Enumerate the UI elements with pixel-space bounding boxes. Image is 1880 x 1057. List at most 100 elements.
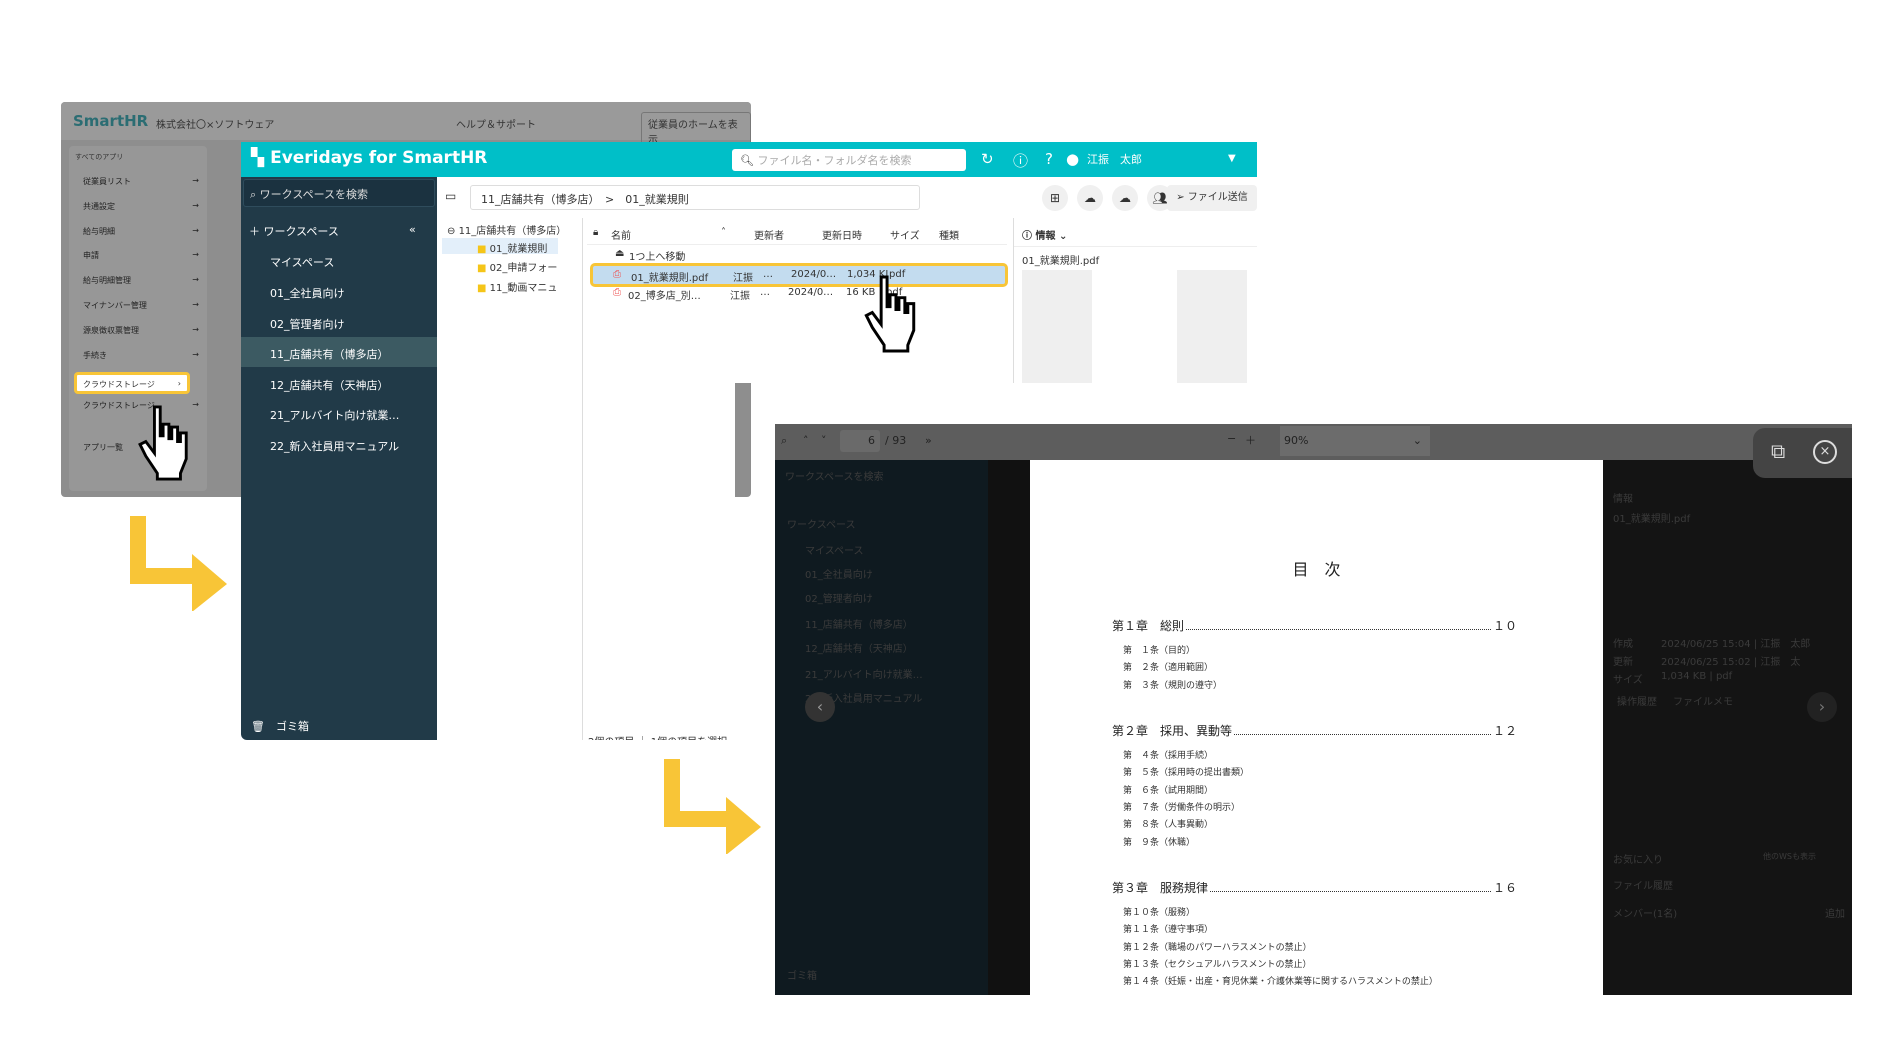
column-type[interactable]: 種類 bbox=[939, 227, 959, 242]
info-icon[interactable]: ⓘ bbox=[1013, 150, 1028, 171]
app-item[interactable]: 給与明細管理 → bbox=[83, 275, 199, 286]
app-item[interactable]: 手続き → bbox=[83, 350, 199, 361]
all-apps-label: すべてのアプリ bbox=[75, 153, 124, 161]
dimmed-info-pane: 情報 01_就業規則.pdf 作成 2024/06/25 15:04 | 江振 太… bbox=[1603, 460, 1852, 995]
info-filename: 01_就業規則.pdf bbox=[1022, 256, 1100, 267]
company-name: 株式会社〇×ソフトウェア bbox=[156, 120, 275, 131]
search-icon[interactable]: ⌕ bbox=[781, 434, 787, 448]
toc-article: 第 ２条（適用範囲） bbox=[1123, 663, 1214, 674]
user-name[interactable]: 江振 太郎 bbox=[1087, 151, 1142, 167]
smarthr-logo: SmartHR bbox=[73, 112, 149, 130]
flow-arrow-icon bbox=[664, 759, 761, 854]
toc-article: 第 １条（目的） bbox=[1123, 646, 1196, 656]
file-row[interactable]: ⎙ 02_博多店_別… 江振… 2024/0… 16 KB pdf bbox=[587, 284, 1007, 302]
app-logo: ▚ Everidays for SmartHR bbox=[251, 148, 488, 168]
hand-cursor-icon bbox=[138, 405, 188, 481]
hand-cursor-icon bbox=[864, 275, 916, 353]
next-file-button[interactable]: › bbox=[1807, 692, 1837, 722]
file-search-input[interactable]: 🔍︎ ファイル名・フォルダ名を検索 bbox=[732, 149, 966, 171]
sort-asc-icon[interactable]: ˄ bbox=[721, 227, 726, 238]
send-file-button[interactable]: ➢ ファイル送信 bbox=[1167, 185, 1257, 211]
workspace-search-input[interactable]: ⌕ ワークスペースを検索 bbox=[243, 179, 435, 207]
toc-article: 第 ６条（試用期間） bbox=[1123, 785, 1214, 796]
app-item[interactable]: 源泉徴収票管理 → bbox=[83, 325, 199, 336]
sidebar-item[interactable]: 02_管理者向け bbox=[270, 316, 430, 332]
toc-article: 第 ７条（労働条件の明示） bbox=[1123, 802, 1241, 813]
help-icon[interactable]: ? bbox=[1045, 150, 1053, 168]
avatar[interactable]: ● bbox=[1066, 150, 1079, 168]
breadcrumb: 11_店舗共有（博多店） > 01_就業規則 bbox=[470, 185, 920, 210]
zoom-select[interactable]: 90% ⌄ bbox=[1280, 426, 1430, 456]
toc-chapter: 第１章 総則 １０ bbox=[1112, 619, 1517, 633]
sidebar-item[interactable]: マイスペース bbox=[270, 254, 430, 270]
app-item[interactable]: マイナンバー管理 → bbox=[83, 300, 199, 311]
toc-article: 第 ３条（規則の遵守） bbox=[1123, 680, 1223, 691]
lock-icon: 🔒︎ bbox=[593, 227, 599, 238]
toc-article: 第１４条（妊娠・出産・育児休業・介護休業等に関するハラスメントの禁止） bbox=[1123, 977, 1438, 988]
page-number-input[interactable]: 6 bbox=[840, 430, 880, 452]
go-up-row[interactable]: ⏏ 1つ上へ移動 bbox=[587, 245, 1007, 263]
sidebar-item[interactable]: 22_新入社員用マニュアル bbox=[270, 438, 430, 454]
toc-article: 第 ４条（採用手続） bbox=[1123, 751, 1214, 761]
app-header: ▚ Everidays for SmartHR 🔍︎ ファイル名・フォルダ名を検索… bbox=[241, 142, 1257, 177]
tree-item[interactable]: ■ 02_申請フォー bbox=[477, 259, 557, 274]
pdf-icon: ⎙ bbox=[613, 287, 621, 298]
close-icon[interactable]: × bbox=[1813, 440, 1837, 464]
open-external-icon[interactable]: ⧉ bbox=[1771, 439, 1785, 463]
toc-article: 第１３条（セクシュアルハラスメントの禁止） bbox=[1123, 959, 1312, 970]
app-item[interactable]: 給与明細 → bbox=[83, 226, 199, 237]
pdf-icon: ⎙ bbox=[613, 269, 621, 280]
toc-chapter: 第２章 採用、異動等 １２ bbox=[1112, 724, 1517, 738]
horizontal-scrollbar[interactable] bbox=[440, 745, 527, 752]
file-preview-thumbnail bbox=[1022, 270, 1247, 418]
sidebar-item-selected[interactable]: 11_店舗共有（博多店） bbox=[270, 346, 430, 362]
download-icon[interactable]: ☁ bbox=[1112, 185, 1138, 211]
zoom-out-icon[interactable]: − bbox=[1227, 432, 1236, 445]
toc-article: 第 ８条（人事異動） bbox=[1123, 820, 1214, 831]
pdf-page: 目 次 第１章 総則 １０ 第 １条（目的） 第 ２条（適用範囲） 第 ３条（規則の遵守… bbox=[1030, 460, 1603, 995]
info-toggle[interactable]: ⓘ 情報 ⌄ bbox=[1022, 227, 1067, 242]
sidebar-item[interactable]: 01_全社員向け bbox=[270, 285, 430, 301]
app-item[interactable]: 共通設定 → bbox=[83, 201, 199, 212]
sidebar-item[interactable]: 21_アルバイト向け就業… bbox=[270, 407, 430, 423]
app-item[interactable]: 従業員リスト → bbox=[83, 176, 199, 187]
next-page-icon[interactable]: ˅ bbox=[821, 434, 827, 447]
search-icon: ⌕ bbox=[250, 188, 257, 201]
trash-button[interactable]: 🗑︎ ゴミ箱 bbox=[251, 718, 411, 734]
help-link[interactable]: ヘルプ＆サポート bbox=[456, 116, 536, 131]
sidebar-toggle-icon[interactable]: » bbox=[925, 434, 932, 447]
column-updater[interactable]: 更新者 bbox=[754, 227, 784, 242]
refresh-icon[interactable]: ↻ bbox=[981, 150, 994, 168]
info-pane: ⓘ 情報 ⌄ 01_就業規則.pdf bbox=[1013, 218, 1257, 418]
smarthr-header: SmartHR 株式会社〇×ソフトウェア ヘルプ＆サポート 従業員のホームを表示 bbox=[61, 102, 751, 150]
status-bar: 2個の項目 ｜ 1個の項目を選択 bbox=[588, 737, 728, 748]
user-menu-chevron-icon[interactable]: ▼ bbox=[1228, 153, 1236, 164]
toc-article: 第１１条（遵守事項） bbox=[1123, 925, 1214, 936]
prev-file-button[interactable]: ‹ bbox=[805, 692, 835, 722]
viewer-actions: ⧉ × bbox=[1753, 428, 1852, 478]
column-name[interactable]: 名前 bbox=[611, 227, 631, 242]
app-item[interactable]: 申請 → bbox=[83, 250, 199, 261]
pdf-viewer: ⌕ ˄ ˅ 6 / 93 » − ＋ 90% ⌄ ワークスペースを検索 ワークスペ… bbox=[775, 424, 1852, 995]
column-date[interactable]: 更新日時 bbox=[822, 227, 862, 242]
prev-page-icon[interactable]: ˄ bbox=[803, 434, 809, 447]
toc-article: 第１２条（職場のパワーハラスメントの禁止） bbox=[1123, 942, 1312, 953]
zoom-in-icon[interactable]: ＋ bbox=[1245, 432, 1256, 448]
new-folder-icon[interactable]: ⊞ bbox=[1042, 185, 1068, 211]
folder-tree: ⊖ 11_店舗共有（博多店） ■ 01_就業規則 ■ 02_申請フォー ■ 11… bbox=[437, 218, 583, 740]
panel-toggle-icon[interactable]: ▭ bbox=[445, 189, 456, 203]
toc-article: 第１０条（服務） bbox=[1123, 908, 1196, 918]
flow-arrow-icon bbox=[130, 516, 227, 611]
tree-root[interactable]: ⊖ 11_店舗共有（博多店） bbox=[447, 222, 566, 237]
search-icon: 🔍︎ bbox=[740, 154, 754, 167]
collapse-sidebar-icon[interactable]: « bbox=[409, 223, 429, 236]
upload-icon[interactable]: ☁ bbox=[1077, 185, 1103, 211]
column-size[interactable]: サイズ bbox=[890, 227, 920, 242]
sidebar-item[interactable]: 12_店舗共有（天神店） bbox=[270, 377, 430, 393]
tree-item[interactable]: ■ 01_就業規則 bbox=[477, 240, 547, 255]
tree-item[interactable]: ■ 11_動画マニュ bbox=[477, 279, 557, 294]
cloud-storage-highlight[interactable]: クラウドストレージ › bbox=[74, 372, 190, 394]
toc-article: 第 ５条（採用時の提出書類） bbox=[1123, 768, 1250, 779]
toc-article: 第 ９条（休職） bbox=[1123, 837, 1196, 848]
add-workspace-button[interactable]: ＋ ワークスペース bbox=[249, 223, 409, 239]
